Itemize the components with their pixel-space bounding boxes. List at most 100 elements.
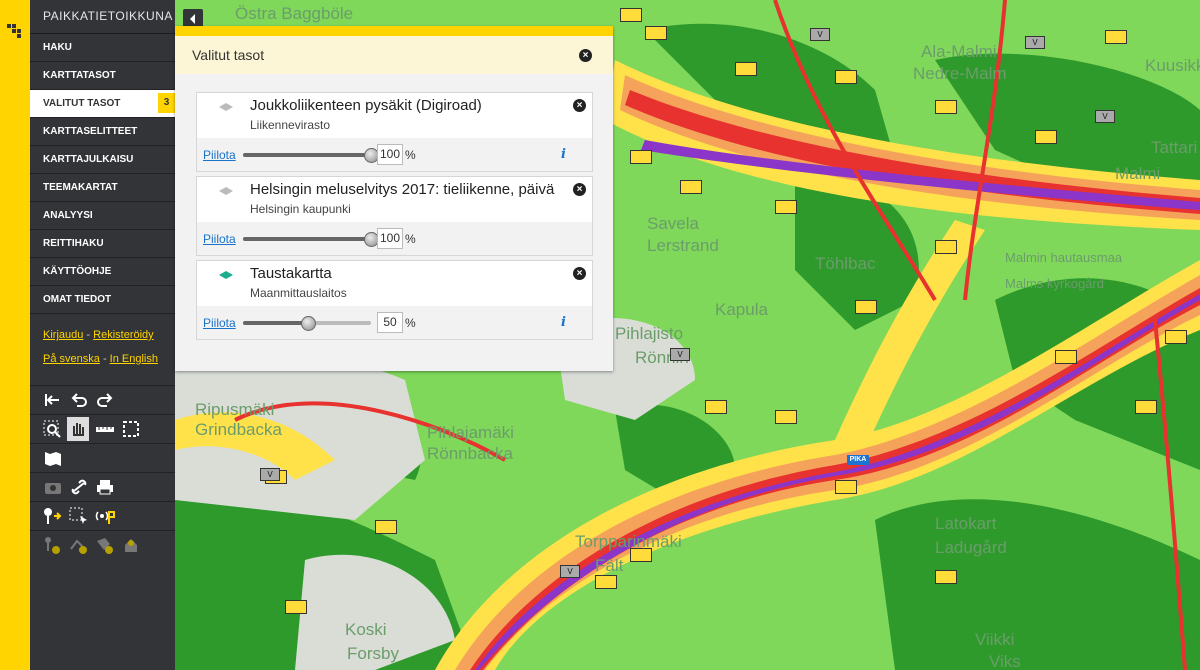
- map-place-label: Koski: [345, 620, 387, 639]
- opacity-slider[interactable]: [243, 316, 371, 331]
- bus-stop-marker[interactable]: [935, 100, 957, 114]
- bus-stop-marker[interactable]: [1105, 30, 1127, 44]
- nav-label: OMAT TIEDOT: [43, 294, 112, 305]
- select-area-icon[interactable]: [68, 506, 90, 526]
- zoom-box-icon[interactable]: [42, 419, 64, 439]
- nav-item-karttajulkaisu[interactable]: KARTTAJULKAISU: [30, 146, 175, 174]
- login-link[interactable]: Kirjaudu: [43, 329, 83, 341]
- close-icon: ×: [576, 184, 583, 195]
- hide-layer-link[interactable]: Piilota: [203, 232, 236, 246]
- nav-item-omat-tiedot[interactable]: OMAT TIEDOT: [30, 286, 175, 314]
- bus-stop-marker[interactable]: [775, 200, 797, 214]
- layer-item-background-map: Taustakartta Maanmittauslaitos × Piilota…: [196, 260, 593, 340]
- nav-item-karttatasot[interactable]: KARTTATASOT: [30, 62, 175, 90]
- bus-stop-marker[interactable]: [680, 180, 702, 194]
- remove-layer-button[interactable]: ×: [573, 267, 586, 280]
- nav-item-haku[interactable]: HAKU: [30, 34, 175, 62]
- bus-stop-marker[interactable]: [1035, 130, 1057, 144]
- selected-layers-count-badge: 3: [158, 93, 175, 113]
- bus-stop-marker[interactable]: [835, 70, 857, 84]
- bus-stop-marker[interactable]: [630, 548, 652, 562]
- hide-layer-link[interactable]: Piilota: [203, 316, 236, 330]
- route-line-icon[interactable]: [68, 535, 90, 555]
- print-icon[interactable]: [94, 477, 116, 497]
- layer-controls: Piilota 100 %: [197, 222, 592, 255]
- bus-stop-marker[interactable]: [705, 400, 727, 414]
- bus-stop-marker[interactable]: [630, 150, 652, 164]
- link-icon[interactable]: [68, 477, 90, 497]
- nav-label: REITTIHAKU: [43, 238, 104, 249]
- hide-layer-link[interactable]: Piilota: [203, 148, 236, 162]
- nav-label: ANALYYSI: [43, 210, 93, 221]
- camera-icon[interactable]: [42, 477, 64, 497]
- nav-item-reittihaku[interactable]: REITTIHAKU: [30, 230, 175, 258]
- nav-item-valitut-tasot[interactable]: VALITUT TASOT 3: [30, 90, 175, 118]
- bus-stop-marker[interactable]: [1055, 350, 1077, 364]
- bus-stop-marker[interactable]: [645, 26, 667, 40]
- panel-title: Valitut tasot: [192, 47, 265, 63]
- close-panel-button[interactable]: ×: [579, 49, 592, 62]
- bus-stop-marker[interactable]: [375, 520, 397, 534]
- remove-layer-button[interactable]: ×: [573, 183, 586, 196]
- map-icon[interactable]: [42, 448, 64, 468]
- opacity-fill: [243, 237, 371, 241]
- map-place-label: Rönnbacka: [427, 444, 514, 463]
- bus-stop-marker[interactable]: [735, 62, 757, 76]
- nav-item-analyysi[interactable]: ANALYYSI: [30, 202, 175, 230]
- pan-hand-icon[interactable]: [67, 417, 89, 441]
- redo-icon[interactable]: [94, 390, 116, 410]
- layer-organization: Maanmittauslaitos: [250, 286, 347, 300]
- layer-title: Taustakartta: [250, 265, 332, 282]
- opacity-slider-handle[interactable]: [301, 316, 316, 331]
- nav-item-teemakartat[interactable]: TEEMAKARTAT: [30, 174, 175, 202]
- opacity-input[interactable]: 100: [377, 228, 403, 249]
- register-link[interactable]: Rekisteröidy: [93, 329, 154, 341]
- layer-controls: Piilota 100 % i: [197, 138, 592, 171]
- bus-stop-marker[interactable]: [935, 570, 957, 584]
- express-stop-marker[interactable]: PIKA: [847, 455, 869, 465]
- measure-line-icon[interactable]: [94, 419, 116, 439]
- undo-icon[interactable]: [68, 390, 90, 410]
- nav-item-karttaselitteet[interactable]: KARTTASELITTEET: [30, 118, 175, 146]
- info-icon[interactable]: i: [561, 315, 566, 330]
- route-area-icon[interactable]: [94, 535, 116, 555]
- reset-view-icon[interactable]: [42, 390, 64, 410]
- route-save-icon[interactable]: [120, 535, 142, 555]
- opacity-input[interactable]: 100: [377, 144, 403, 165]
- route-point-icon[interactable]: [42, 535, 64, 555]
- pin-icon[interactable]: [42, 506, 64, 526]
- remove-layer-button[interactable]: ×: [573, 99, 586, 112]
- map-place-label: Nedre-Malm: [913, 64, 1007, 83]
- bus-stop-marker[interactable]: [935, 240, 957, 254]
- nav-item-kayttoohje[interactable]: KÄYTTÖOHJE: [30, 258, 175, 286]
- map-place-label: Kapula: [715, 300, 768, 319]
- percent-sign: %: [405, 316, 416, 330]
- opacity-slider[interactable]: [243, 232, 379, 247]
- nav-label: HAKU: [43, 42, 72, 53]
- close-icon: ×: [582, 50, 589, 61]
- toolbar-row-navigation: [30, 414, 175, 443]
- bus-stop-marker[interactable]: [1165, 330, 1187, 344]
- separator: -: [86, 329, 91, 341]
- bus-stop-marker[interactable]: [1135, 400, 1157, 414]
- map-place-label: Ala-Malmi: [921, 42, 997, 61]
- broadcast-icon[interactable]: [94, 506, 116, 526]
- bus-stop-marker[interactable]: [855, 300, 877, 314]
- bus-stop-marker[interactable]: [620, 8, 642, 22]
- nav-label: KÄYTTÖOHJE: [43, 266, 112, 277]
- bus-stop-marker[interactable]: [595, 575, 617, 589]
- selected-layers-panel: Valitut tasot × Joukkoliikenteen pysäkit…: [175, 26, 613, 371]
- separator: -: [102, 353, 107, 365]
- opacity-slider[interactable]: [243, 148, 379, 163]
- map-place-label: Malms kyrkogård: [1005, 276, 1104, 291]
- measure-area-icon[interactable]: [120, 419, 142, 439]
- swedish-language-link[interactable]: På svenska: [43, 353, 100, 365]
- map-place-label: Grindbacka: [195, 420, 282, 439]
- english-language-link[interactable]: In English: [110, 353, 158, 365]
- bus-stop-marker[interactable]: [775, 410, 797, 424]
- account-links: Kirjaudu - Rekisteröidy På svenska - In …: [30, 314, 175, 371]
- bus-stop-marker[interactable]: [835, 480, 857, 494]
- opacity-input[interactable]: 50: [377, 312, 403, 333]
- bus-stop-marker[interactable]: [285, 600, 307, 614]
- info-icon[interactable]: i: [561, 147, 566, 162]
